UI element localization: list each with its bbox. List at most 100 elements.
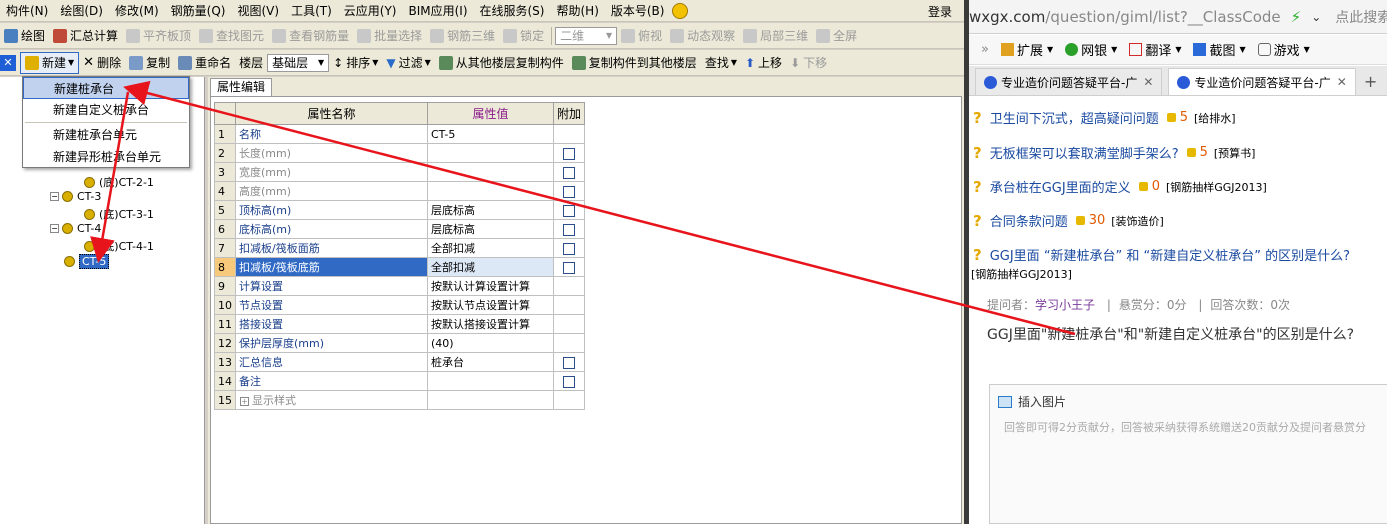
property-row[interactable]: 15 + 显示样式 — [214, 390, 585, 410]
property-value-cell[interactable] — [427, 143, 554, 163]
floor-select[interactable]: 基础层 ▼ — [267, 53, 330, 72]
expand-icon[interactable]: + — [240, 397, 249, 406]
close-icon[interactable]: ✕ — [1143, 75, 1153, 89]
property-row[interactable]: 5 顶标高(m) 层底标高 — [214, 200, 585, 220]
menu-item-rebar[interactable]: 钢筋量(Q) — [165, 2, 232, 19]
tab-property-edit[interactable]: 属性编辑 — [210, 78, 272, 96]
menu-item-version[interactable]: 版本号(B) — [605, 2, 671, 19]
property-row[interactable]: 13 汇总信息 桩承台 — [214, 352, 585, 372]
property-row[interactable]: 7 扣减板/筏板面筋 全部扣减 — [214, 238, 585, 258]
sort-button[interactable]: ↕ 排序 ▼ — [329, 52, 382, 74]
local-3d-button[interactable]: 局部三维 — [739, 25, 812, 47]
top-view-button[interactable]: 俯视 — [617, 25, 666, 47]
property-value-cell[interactable]: 桩承台 — [427, 352, 554, 372]
menu-item-help[interactable]: 帮助(H) — [550, 2, 604, 19]
smiley-icon[interactable] — [672, 2, 689, 19]
property-value-cell[interactable]: 按默认计算设置计算 — [427, 276, 554, 296]
rename-button[interactable]: 重命名 — [174, 52, 235, 74]
menu-item-new-pile-cap[interactable]: 新建桩承台 — [23, 77, 189, 99]
tree-node[interactable]: (底)CT-3-1 — [84, 206, 154, 222]
property-row[interactable]: 14 备注 — [214, 371, 585, 391]
menu-item-new-custom-pile-cap[interactable]: 新建自定义桩承台 — [23, 99, 189, 121]
filter-button[interactable]: ▼ 过滤 ▼ — [382, 52, 434, 74]
property-row[interactable]: 12 保护层厚度(mm) (40) — [214, 333, 585, 353]
insert-image-button[interactable]: 插入图片 — [998, 393, 1066, 410]
property-value-cell[interactable] — [427, 390, 554, 410]
extra-checkbox[interactable] — [563, 356, 575, 369]
extra-checkbox[interactable] — [563, 166, 575, 179]
answer-editor[interactable]: 插入图片 回答即可得2分贡献分，回答被采纳获得系统赠送20贡献分及提问者悬赏分 — [989, 384, 1387, 524]
menu-item-tools[interactable]: 工具(T) — [285, 2, 338, 19]
extra-checkbox[interactable] — [563, 223, 575, 236]
login-link[interactable]: 登录 — [922, 3, 958, 20]
bookmark-extensions[interactable]: 扩展 ▼ — [1000, 40, 1053, 59]
align-top-button[interactable]: 平齐板顶 — [122, 25, 195, 47]
tree-node[interactable]: (底)CT-2-1 — [84, 174, 154, 190]
property-row[interactable]: 3 宽度(mm) — [214, 162, 585, 182]
menu-item-new-irregular-pile-cap-unit[interactable]: 新建异形桩承台单元 — [23, 146, 189, 168]
property-value-cell[interactable]: CT-5 — [427, 124, 554, 144]
property-value-cell[interactable] — [427, 181, 554, 201]
property-row[interactable]: 1 名称 CT-5 — [214, 124, 585, 144]
asker-link[interactable]: 学习小王子 — [1035, 298, 1095, 312]
copy-to-floor-button[interactable]: 复制构件到其他楼层 — [568, 52, 701, 74]
lightning-icon[interactable]: ⚡ — [1291, 8, 1302, 26]
rebar-3d-button[interactable]: 钢筋三维 — [426, 25, 499, 47]
question-item[interactable]: ? 无板框架可以套取满堂脚手架么? 5 [预算书] — [973, 143, 1255, 163]
search-hint[interactable]: 点此搜索 — [1335, 7, 1387, 27]
bookmark-translate[interactable]: 翻译 ▼ — [1129, 40, 1181, 59]
menu-item-modify[interactable]: 修改(M) — [109, 2, 165, 19]
copy-button[interactable]: 复制 — [125, 52, 174, 74]
move-down-button[interactable]: ⬇ 下移 — [786, 52, 831, 74]
search-button[interactable]: 查找 ▼ — [701, 52, 741, 74]
bookmark-games[interactable]: 游戏 ▼ — [1257, 40, 1310, 59]
browser-tab-active[interactable]: 专业造价问题答疑平台-广 ✕ — [1168, 68, 1356, 95]
draw-button[interactable]: 绘图 — [0, 25, 49, 47]
menu-item-cloud[interactable]: 云应用(Y) — [338, 2, 403, 19]
chevron-down-icon[interactable]: ⌄ — [1311, 10, 1321, 24]
tree-node[interactable]: − CT-4 — [50, 222, 101, 235]
property-value-cell[interactable]: (40) — [427, 333, 554, 353]
tree-node-selected[interactable]: CT-5 — [64, 254, 110, 269]
question-item[interactable]: ? 合同条款问题 30 [装饰造价] — [973, 211, 1164, 231]
bookmark-bank[interactable]: 网银 ▼ — [1065, 40, 1117, 59]
property-value-cell[interactable] — [427, 371, 554, 391]
property-value-cell[interactable]: 层底标高 — [427, 219, 554, 239]
extra-checkbox[interactable] — [563, 204, 575, 217]
address-bar[interactable]: wxgx.com/question/giml/list?__ClassCode … — [969, 0, 1387, 34]
property-value-cell[interactable]: 按默认搭接设置计算 — [427, 314, 554, 334]
menu-item-view[interactable]: 视图(V) — [231, 2, 285, 19]
question-item[interactable]: ? 承台桩在GGJ里面的定义 0 [钢筋抽样GGJ2013] — [973, 177, 1267, 197]
property-row[interactable]: 4 高度(mm) — [214, 181, 585, 201]
property-row[interactable]: 6 底标高(m) 层底标高 — [214, 219, 585, 239]
property-value-cell[interactable]: 全部扣减 — [427, 257, 554, 277]
menu-item-bim[interactable]: BIM应用(I) — [402, 2, 473, 19]
browser-tab[interactable]: 专业造价问题答疑平台-广 ✕ — [975, 68, 1163, 95]
menu-item-component[interactable]: 构件(N) — [0, 2, 54, 19]
property-value-cell[interactable]: 层底标高 — [427, 200, 554, 220]
batch-select-button[interactable]: 批量选择 — [353, 25, 426, 47]
dynamic-view-button[interactable]: 动态观察 — [666, 25, 739, 47]
collapse-icon[interactable]: − — [50, 192, 59, 201]
question-item[interactable]: ? 卫生间下沉式，超高疑问问题 5 [给排水] — [973, 108, 1236, 128]
move-up-button[interactable]: ⬆ 上移 — [741, 52, 786, 74]
extra-checkbox[interactable] — [563, 147, 575, 160]
more-icon[interactable]: » — [981, 42, 989, 57]
find-element-button[interactable]: 查找图元 — [195, 25, 268, 47]
tree-node[interactable]: (底)CT-4-1 — [84, 238, 154, 254]
menu-item-new-pile-cap-unit[interactable]: 新建桩承台单元 — [23, 124, 189, 146]
property-row[interactable]: 8 扣减板/筏板底筋 全部扣减 — [214, 257, 585, 277]
collapse-icon[interactable]: − — [50, 224, 59, 233]
property-row[interactable]: 11 搭接设置 按默认搭接设置计算 — [214, 314, 585, 334]
extra-checkbox[interactable] — [563, 261, 575, 274]
tree-node[interactable]: − CT-3 — [50, 190, 101, 203]
property-row[interactable]: 10 节点设置 按默认节点设置计算 — [214, 295, 585, 315]
extra-checkbox[interactable] — [563, 185, 575, 198]
question-item[interactable]: ? GGJ里面 “新建桩承台” 和 “新建自定义桩承台” 的区别是什么? — [973, 245, 1350, 265]
delete-button[interactable]: ✕ 删除 — [79, 52, 125, 74]
property-row[interactable]: 9 计算设置 按默认计算设置计算 — [214, 276, 585, 296]
close-icon[interactable]: ✕ — [1337, 75, 1347, 89]
lock-button[interactable]: 锁定 — [499, 25, 548, 47]
fullscreen-button[interactable]: 全屏 — [812, 25, 861, 47]
new-tab-button[interactable]: + — [1356, 68, 1385, 95]
